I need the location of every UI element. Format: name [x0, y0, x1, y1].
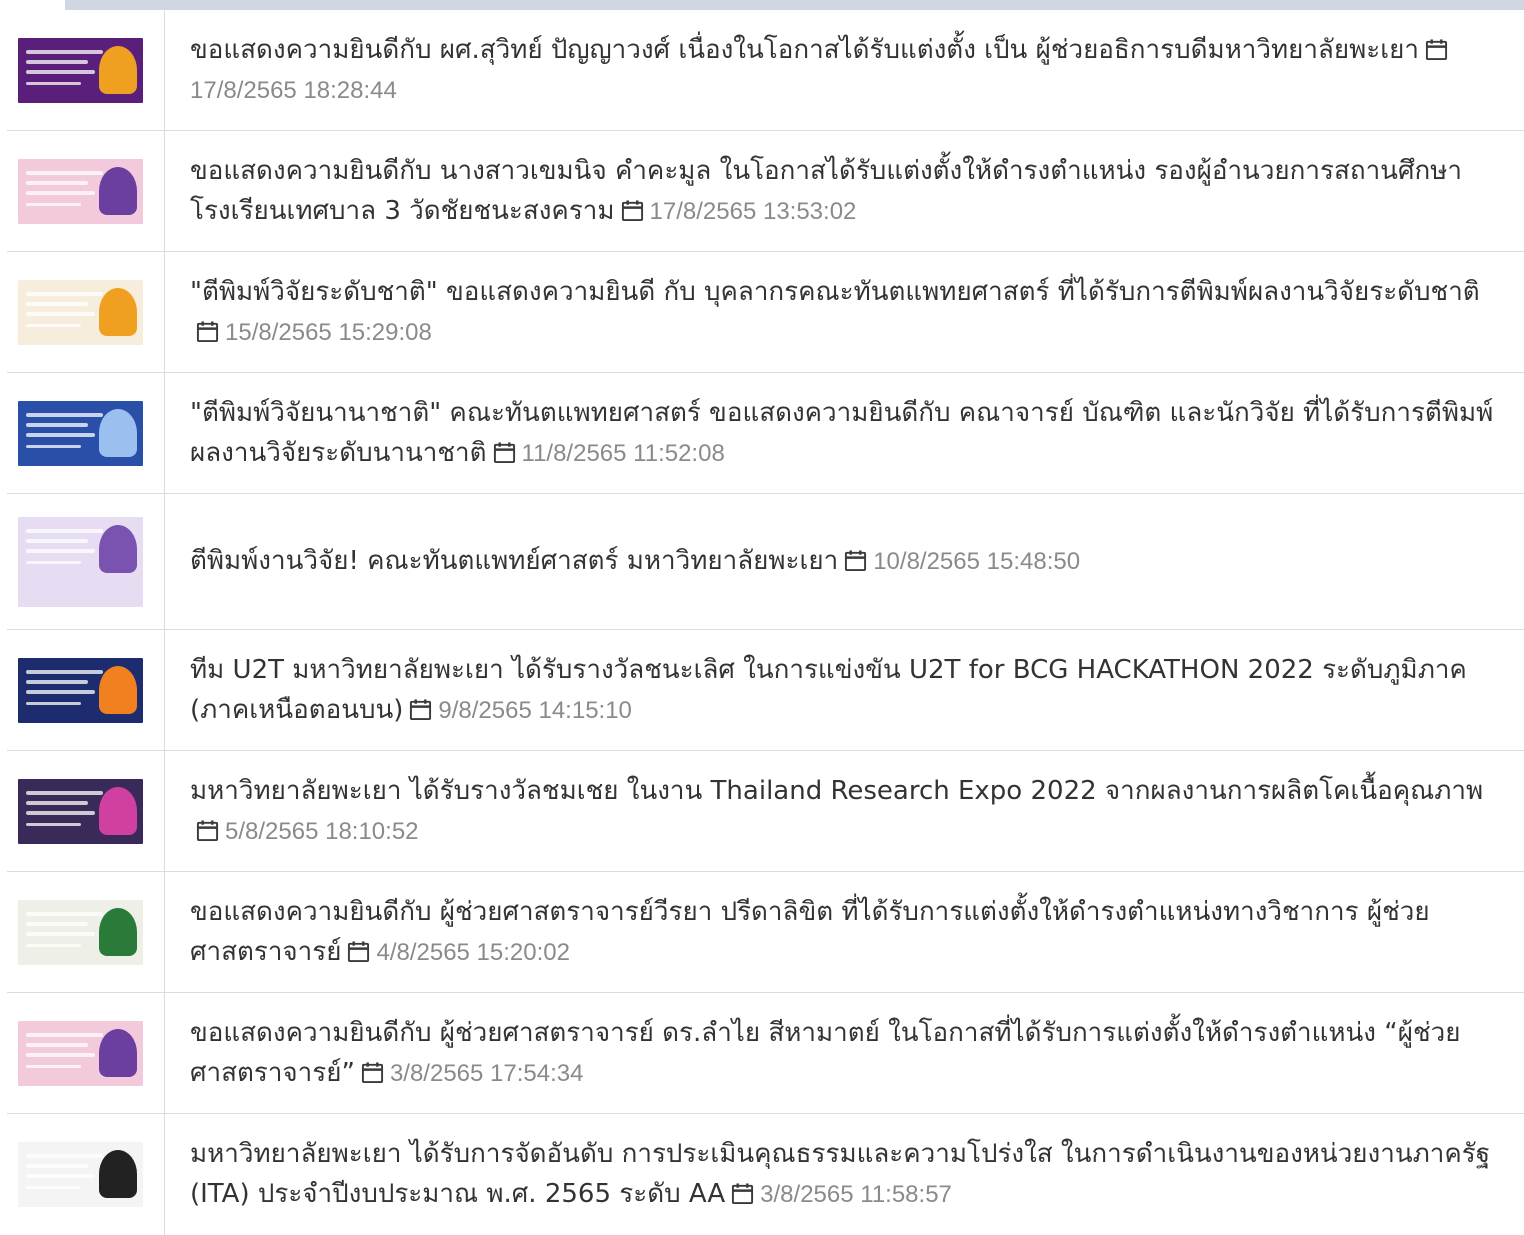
portrait-icon	[99, 1028, 137, 1077]
calendar-icon	[196, 320, 219, 342]
news-thumbnail-icon[interactable]	[18, 400, 143, 466]
news-item: ตีพิมพ์งานวิจัย! คณะทันตแพทย์ศาสตร์ มหาว…	[190, 541, 1080, 582]
portrait-icon	[99, 45, 137, 94]
portrait-icon	[99, 287, 137, 336]
thumbnail-cell	[7, 993, 165, 1113]
news-item: ทีม U2T มหาวิทยาลัยพะเยา ได้รับรางวัลชนะ…	[190, 650, 1506, 731]
news-thumbnail-icon[interactable]	[18, 657, 143, 723]
news-item: ขอแสดงความยินดีกับ ผู้ช่วยศาสตราจารย์วีร…	[190, 892, 1506, 973]
calendar-icon	[1425, 38, 1447, 60]
news-thumbnail-icon[interactable]	[18, 279, 143, 345]
news-thumbnail-icon[interactable]	[18, 158, 143, 224]
thumbnail-cell	[7, 872, 165, 992]
news-date: 3/8/2565 17:54:34	[389, 1059, 584, 1087]
news-row[interactable]: มหาวิทยาลัยพะเยา ได้รับการจัดอันดับ การป…	[7, 1114, 1524, 1235]
portrait-icon	[99, 166, 137, 215]
calendar-icon	[196, 819, 219, 841]
portrait-icon	[99, 408, 137, 457]
news-item: "ตีพิมพ์วิจัยนานาชาติ" คณะทันตแพทยศาสตร์…	[190, 393, 1506, 474]
news-text-cell: ขอแสดงความยินดีกับ ผู้ช่วยศาสตราจารย์ ดร…	[165, 993, 1524, 1113]
news-thumbnail-icon[interactable]	[18, 37, 143, 103]
news-text-cell: มหาวิทยาลัยพะเยา ได้รับรางวัลชมเชย ในงาน…	[165, 751, 1524, 871]
news-title-link[interactable]: "ตีพิมพ์วิจัยนานาชาติ" คณะทันตแพทยศาสตร์…	[190, 398, 1493, 468]
thumbnail-cell	[7, 630, 165, 750]
news-item: "ตีพิมพ์วิจัยระดับชาติ" ขอแสดงความยินดี …	[190, 272, 1506, 353]
calendar-icon	[410, 698, 432, 720]
news-text-cell: ขอแสดงความยินดีกับ ผศ.สุวิทย์ ปัญญาวงศ์ …	[165, 10, 1524, 130]
news-row[interactable]: "ตีพิมพ์วิจัยนานาชาติ" คณะทันตแพทยศาสตร์…	[7, 373, 1524, 494]
thumbnail-cell	[7, 10, 165, 130]
news-date: 17/8/2565 18:28:44	[190, 76, 397, 104]
news-text-cell: มหาวิทยาลัยพะเยา ได้รับการจัดอันดับ การป…	[165, 1114, 1524, 1235]
news-thumbnail-icon[interactable]	[18, 899, 143, 965]
calendar-icon	[621, 199, 643, 221]
news-title-link[interactable]: ตีพิมพ์งานวิจัย! คณะทันตแพทย์ศาสตร์ มหาว…	[190, 546, 838, 576]
news-row[interactable]: ทีม U2T มหาวิทยาลัยพะเยา ได้รับรางวัลชนะ…	[7, 630, 1524, 751]
news-row[interactable]: "ตีพิมพ์วิจัยระดับชาติ" ขอแสดงความยินดี …	[7, 252, 1524, 373]
news-item: ขอแสดงความยินดีกับ นางสาวเขมนิจ คำคะมูล …	[190, 151, 1506, 232]
thumbnail-cell	[7, 494, 165, 629]
tab-strip	[65, 0, 1524, 10]
news-date: 11/8/2565 11:52:08	[521, 439, 725, 467]
news-row[interactable]: ขอแสดงความยินดีกับ ผู้ช่วยศาสตราจารย์วีร…	[7, 872, 1524, 993]
news-thumbnail-icon[interactable]	[18, 778, 143, 844]
news-title-link[interactable]: "ตีพิมพ์วิจัยระดับชาติ" ขอแสดงความยินดี …	[190, 277, 1480, 307]
news-title-link[interactable]: ขอแสดงความยินดีกับ ผศ.สุวิทย์ ปัญญาวงศ์ …	[190, 35, 1419, 65]
news-date: 9/8/2565 14:15:10	[438, 696, 632, 724]
news-text-cell: "ตีพิมพ์วิจัยระดับชาติ" ขอแสดงความยินดี …	[165, 252, 1524, 372]
thumbnail-cell	[7, 373, 165, 493]
news-text-cell: ขอแสดงความยินดีกับ นางสาวเขมนิจ คำคะมูล …	[165, 131, 1524, 251]
portrait-icon	[99, 665, 137, 714]
news-date: 4/8/2565 15:20:02	[376, 938, 570, 966]
news-row[interactable]: ขอแสดงความยินดีกับ ผู้ช่วยศาสตราจารย์ ดร…	[7, 993, 1524, 1114]
news-item: มหาวิทยาลัยพะเยา ได้รับการจัดอันดับ การป…	[190, 1134, 1506, 1215]
portrait-icon	[99, 907, 137, 956]
news-text-cell: "ตีพิมพ์วิจัยนานาชาติ" คณะทันตแพทยศาสตร์…	[165, 373, 1524, 493]
calendar-icon	[348, 940, 370, 962]
news-row[interactable]: ขอแสดงความยินดีกับ ผศ.สุวิทย์ ปัญญาวงศ์ …	[7, 10, 1524, 131]
top-tab-bar	[0, 0, 1524, 10]
news-title-link[interactable]: มหาวิทยาลัยพะเยา ได้รับรางวัลชมเชย ในงาน…	[190, 776, 1483, 806]
news-item: มหาวิทยาลัยพะเยา ได้รับรางวัลชมเชย ในงาน…	[190, 771, 1506, 852]
calendar-icon	[493, 441, 515, 463]
news-date: 10/8/2565 15:48:50	[873, 548, 1081, 575]
news-date: 15/8/2565 15:29:08	[225, 318, 432, 346]
news-row[interactable]: ขอแสดงความยินดีกับ นางสาวเขมนิจ คำคะมูล …	[7, 131, 1524, 252]
portrait-icon	[99, 524, 137, 573]
thumbnail-cell	[7, 131, 165, 251]
thumbnail-cell	[7, 1114, 165, 1235]
news-item: ขอแสดงความยินดีกับ ผศ.สุวิทย์ ปัญญาวงศ์ …	[190, 30, 1506, 111]
news-row[interactable]: ตีพิมพ์งานวิจัย! คณะทันตแพทย์ศาสตร์ มหาว…	[7, 494, 1524, 630]
news-date: 5/8/2565 18:10:52	[225, 817, 419, 845]
news-text-cell: ตีพิมพ์งานวิจัย! คณะทันตแพทย์ศาสตร์ มหาว…	[165, 494, 1524, 629]
news-date: 3/8/2565 11:58:57	[760, 1181, 952, 1208]
active-tab[interactable]	[0, 0, 65, 10]
news-text-cell: ขอแสดงความยินดีกับ ผู้ช่วยศาสตราจารย์วีร…	[165, 872, 1524, 992]
news-text-cell: ทีม U2T มหาวิทยาลัยพะเยา ได้รับรางวัลชนะ…	[165, 630, 1524, 750]
news-row[interactable]: มหาวิทยาลัยพะเยา ได้รับรางวัลชมเชย ในงาน…	[7, 751, 1524, 872]
news-thumbnail-icon[interactable]	[18, 1020, 143, 1086]
news-thumbnail-icon[interactable]	[18, 1142, 143, 1207]
news-title-link[interactable]: ทีม U2T มหาวิทยาลัยพะเยา ได้รับรางวัลชนะ…	[190, 655, 1467, 725]
portrait-icon	[99, 1150, 137, 1198]
news-date: 17/8/2565 13:53:02	[649, 197, 857, 225]
thumbnail-cell	[7, 252, 165, 372]
thumbnail-cell	[7, 751, 165, 871]
calendar-icon	[361, 1061, 383, 1083]
news-list: ขอแสดงความยินดีกับ ผศ.สุวิทย์ ปัญญาวงศ์ …	[7, 10, 1524, 1235]
portrait-icon	[99, 786, 137, 835]
calendar-icon	[845, 550, 867, 572]
news-thumbnail-icon[interactable]	[18, 516, 143, 607]
news-item: ขอแสดงความยินดีกับ ผู้ช่วยศาสตราจารย์ ดร…	[190, 1013, 1506, 1094]
calendar-icon	[732, 1183, 754, 1205]
